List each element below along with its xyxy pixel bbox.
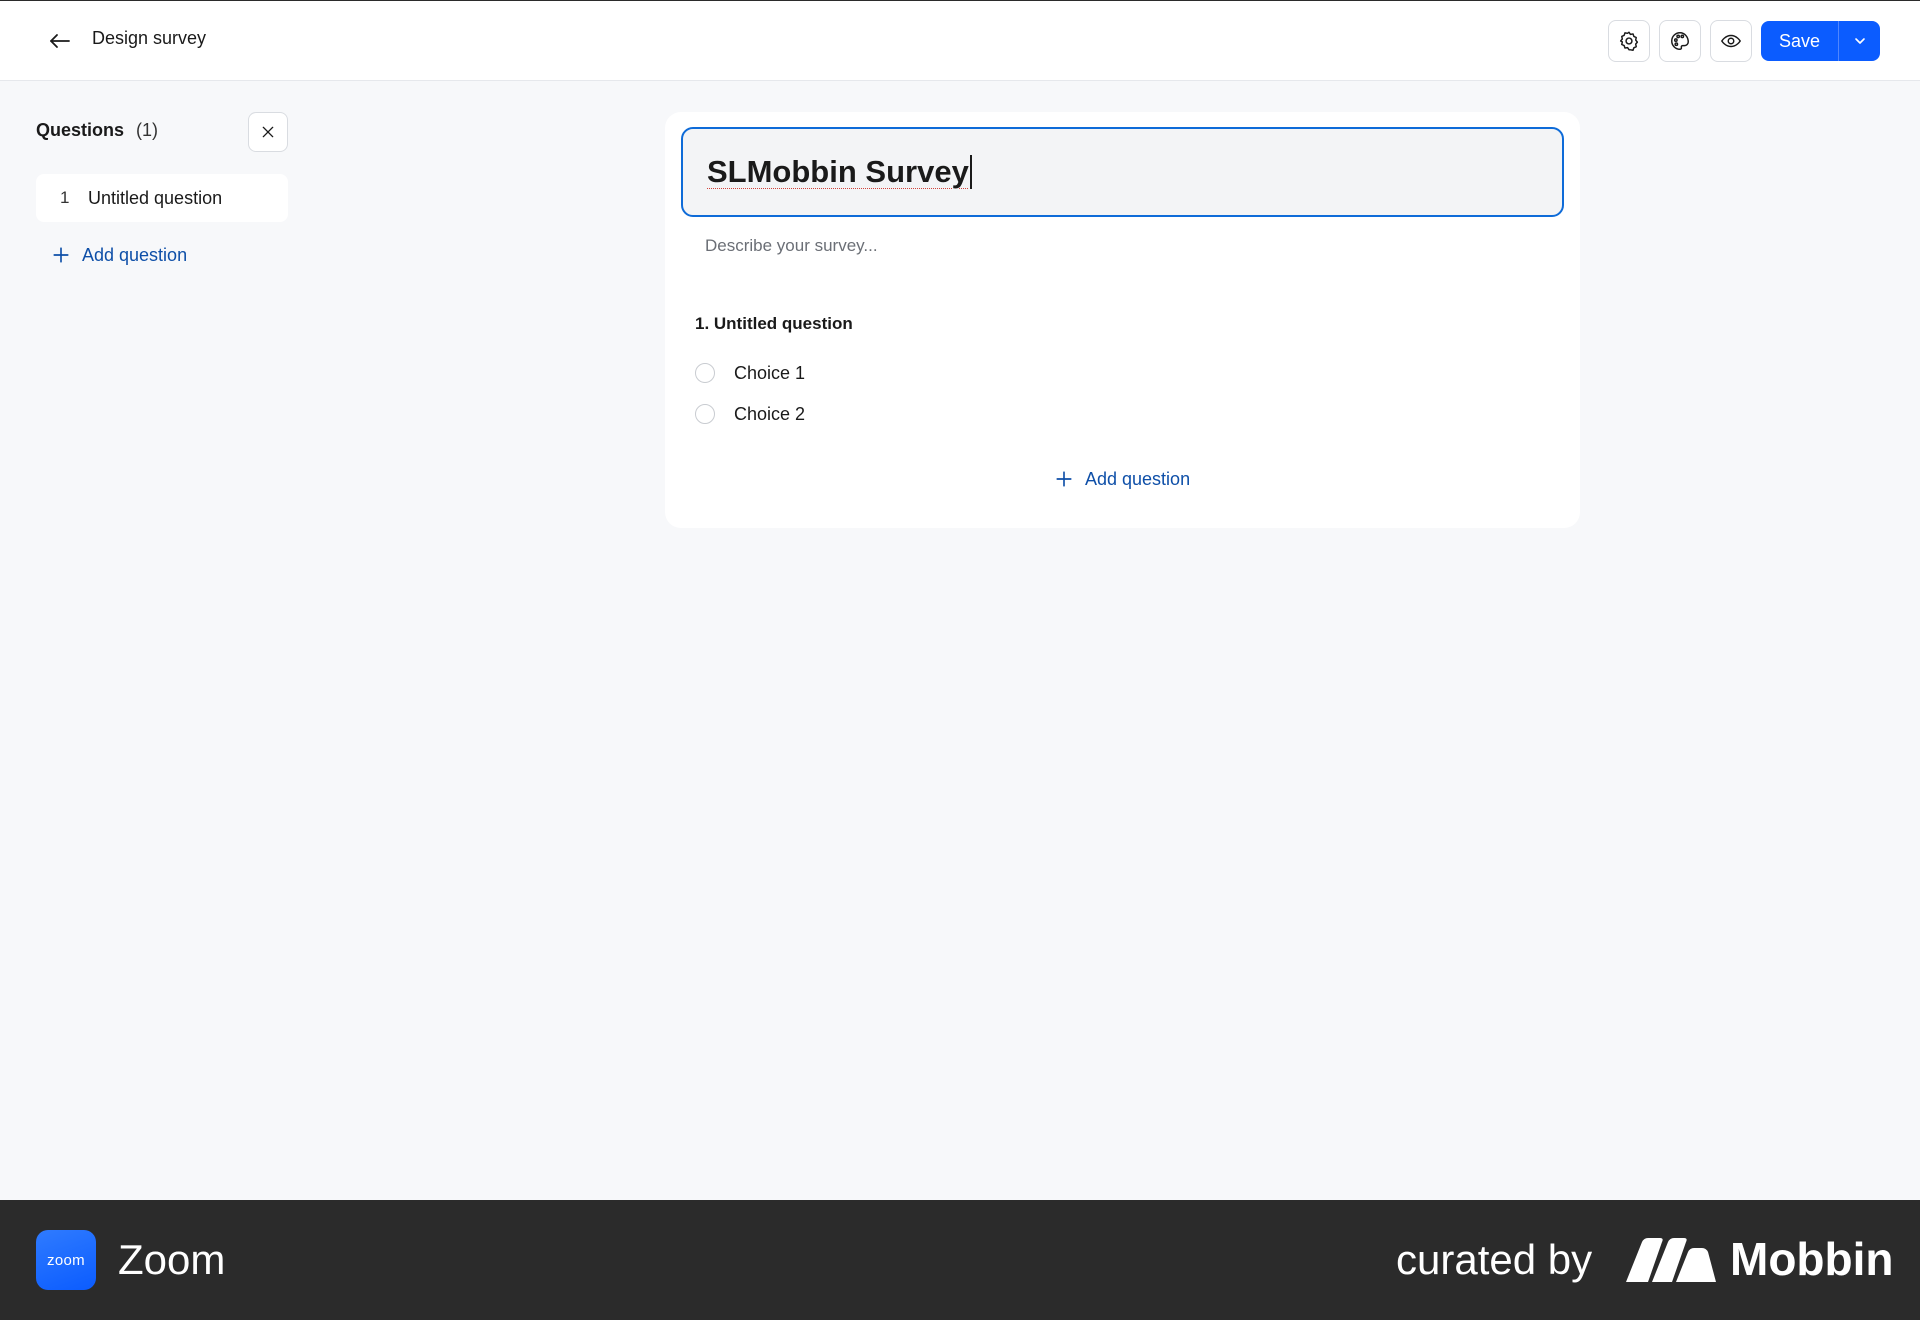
survey-title-input[interactable]: SLMobbin Survey [681, 127, 1564, 217]
add-question-label: Add question [1085, 468, 1191, 489]
gear-icon [1618, 30, 1640, 52]
back-button[interactable] [44, 25, 76, 57]
curated-by-text: curated by [1396, 1236, 1593, 1283]
zoom-app-logo: zoom [36, 1230, 96, 1290]
settings-button[interactable] [1608, 20, 1650, 62]
sidebar-question-item[interactable]: 1 Untitled question [36, 174, 288, 222]
survey-description-input[interactable]: Describe your survey... [705, 236, 878, 256]
eye-icon [1720, 30, 1742, 52]
save-button-group: Save [1761, 21, 1880, 61]
plus-icon [1055, 470, 1073, 488]
mobbin-logo-icon [1626, 1238, 1716, 1287]
chevron-down-icon [1852, 33, 1868, 49]
radio-button[interactable] [695, 363, 715, 383]
question-label: Untitled question [88, 187, 223, 208]
top-bar: Design survey Save [0, 0, 1920, 81]
mobbin-brand-name: Mobbin [1730, 1233, 1894, 1285]
palette-icon [1669, 30, 1691, 52]
plus-icon [52, 246, 70, 264]
radio-button[interactable] [695, 404, 715, 424]
question-number: 1 [60, 188, 70, 207]
questions-panel-heading: Questions (1) [36, 120, 158, 141]
choice-option: Choice 1 [695, 361, 805, 385]
add-question-button[interactable]: Add question [1055, 464, 1190, 494]
preview-button[interactable] [1710, 20, 1752, 62]
choice-label[interactable]: Choice 1 [734, 363, 805, 384]
close-panel-button[interactable] [248, 112, 288, 152]
choice-option: Choice 2 [695, 402, 805, 426]
survey-editor-card: SLMobbin Survey Describe your survey... … [665, 112, 1580, 528]
questions-count: (1) [136, 120, 159, 140]
arrow-left-icon [48, 29, 72, 53]
questions-heading-label: Questions [36, 120, 125, 140]
save-options-button[interactable] [1839, 21, 1880, 61]
survey-title-text: SLMobbin Survey [707, 154, 969, 189]
save-button[interactable]: Save [1761, 21, 1839, 61]
footer-banner: zoom Zoom curated by Mobbin [0, 1200, 1920, 1320]
theme-button[interactable] [1659, 20, 1701, 62]
app-name: Zoom [118, 1236, 226, 1283]
page-title: Design survey [92, 28, 207, 48]
question-title[interactable]: 1. Untitled question [695, 314, 853, 334]
text-cursor [969, 155, 972, 189]
add-question-label: Add question [82, 244, 188, 265]
close-icon [260, 124, 276, 140]
choice-label[interactable]: Choice 2 [734, 404, 805, 425]
sidebar-add-question-button[interactable]: Add question [52, 240, 187, 270]
